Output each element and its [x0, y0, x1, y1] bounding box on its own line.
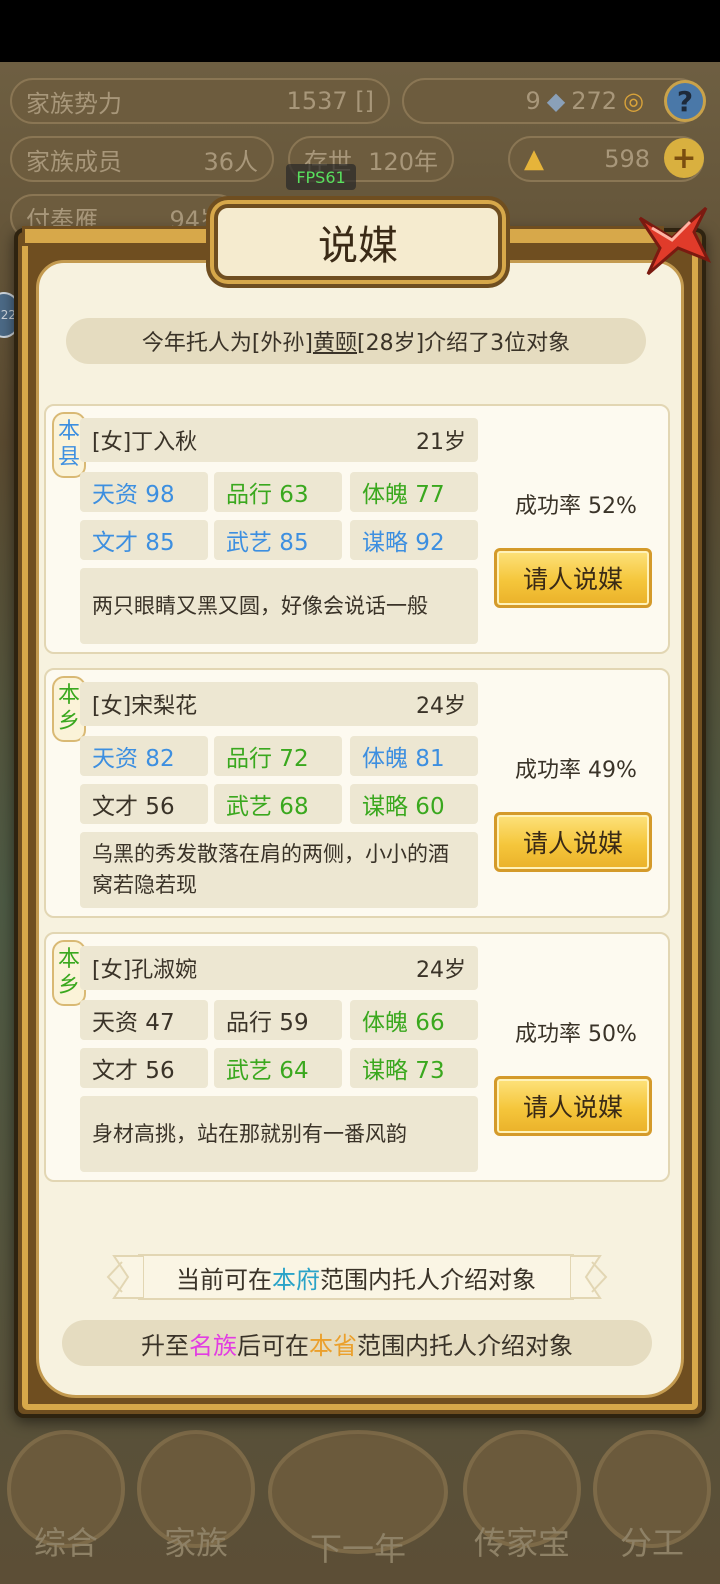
success-rate: 成功率 50%: [515, 1022, 637, 1047]
candidate-name-row: [女]孔淑婉 24岁: [80, 946, 478, 990]
stat-talent: 天资 82: [80, 736, 208, 776]
introduction-summary: 今年托人为[外孙] 黄颐 [28岁]介绍了3位对象: [66, 318, 646, 364]
request-matchmaker-button[interactable]: 请人说媒: [494, 812, 652, 872]
candidate-name-row: [女]宋梨花 24岁: [80, 682, 478, 726]
nav-item-overview[interactable]: 综合: [6, 1430, 126, 1570]
candidate-age: 24岁: [416, 694, 466, 719]
nav-item-clan[interactable]: 家族: [136, 1430, 256, 1570]
upgrade-scope: 本省: [309, 1331, 357, 1360]
candidate-name: [女]丁入秋: [92, 430, 198, 455]
resource-a-value: 9: [525, 87, 541, 115]
clan-power-label: 家族势力: [26, 89, 122, 118]
alive-value: 120年: [368, 147, 438, 176]
stat-physique: 体魄 66: [350, 1000, 478, 1040]
fps-counter: FPS61: [286, 164, 356, 190]
request-matchmaker-button[interactable]: 请人说媒: [494, 1076, 652, 1136]
current-scope: 本府: [272, 1265, 320, 1294]
candidate-age: 24岁: [416, 958, 466, 983]
close-icon[interactable]: [628, 198, 712, 282]
clan-power-bar: 家族势力 1537 []: [10, 78, 390, 124]
resource-b-value: 272: [571, 87, 618, 115]
candidate-name-row: [女]丁入秋 21岁: [80, 418, 478, 462]
nav-item-next-year[interactable]: 下一年: [258, 1430, 458, 1570]
ingot-icon: ◆: [546, 87, 566, 115]
current-scope-notice: 当前可在 本府 范围内托人介绍对象: [104, 1254, 608, 1300]
stat-strategy: 谋略 92: [350, 520, 478, 560]
stat-strategy: 谋略 60: [350, 784, 478, 824]
members-label: 家族成员: [26, 147, 122, 176]
grandson-name[interactable]: 黄颐: [313, 325, 357, 357]
candidate-name: [女]宋梨花: [92, 694, 198, 719]
stat-literary: 文才 56: [80, 1048, 208, 1088]
add-gold-icon[interactable]: +: [664, 138, 704, 178]
nav-item-heirloom[interactable]: 传家宝: [462, 1430, 582, 1570]
stat-martial: 武艺 68: [214, 784, 342, 824]
candidate-description: 身材高挑，站在那就别有一番风韵: [80, 1096, 478, 1172]
stat-physique: 体魄 77: [350, 472, 478, 512]
members-value: 36人: [203, 147, 258, 176]
candidate-card: 本县 [女]丁入秋 21岁 天资 98 品行 63 体魄 77 文才 85 武艺…: [44, 404, 670, 654]
coin-icon: ◎: [623, 87, 644, 115]
stat-talent: 天资 98: [80, 472, 208, 512]
gold-ingot-icon: ▲: [524, 144, 544, 174]
stat-literary: 文才 56: [80, 784, 208, 824]
bottom-nav: 综合 家族 下一年 传家宝 分工: [0, 1400, 720, 1584]
help-icon[interactable]: ?: [664, 80, 706, 122]
clan-power-value: 1537 []: [286, 87, 374, 115]
stat-morality: 品行 59: [214, 1000, 342, 1040]
stat-morality: 品行 63: [214, 472, 342, 512]
dialog-title: 说媒: [318, 223, 398, 269]
stat-morality: 品行 72: [214, 736, 342, 776]
status-bar: [0, 0, 720, 62]
stat-literary: 文才 85: [80, 520, 208, 560]
candidate-age: 21岁: [416, 430, 466, 455]
candidate-description: 乌黑的秀发散落在肩的两侧，小小的酒窝若隐若现: [80, 832, 478, 908]
members-bar: 家族成员 36人: [10, 136, 274, 182]
upgrade-rank: 名族: [189, 1331, 237, 1360]
nav-item-division[interactable]: 分工: [592, 1430, 712, 1570]
stat-talent: 天资 47: [80, 1000, 208, 1040]
stat-martial: 武艺 64: [214, 1048, 342, 1088]
request-matchmaker-button[interactable]: 请人说媒: [494, 548, 652, 608]
stat-martial: 武艺 85: [214, 520, 342, 560]
candidate-card: 本乡 [女]孔淑婉 24岁 天资 47 品行 59 体魄 66 文才 56 武艺…: [44, 932, 670, 1182]
success-rate: 成功率 49%: [515, 758, 637, 783]
gold-value: 598: [604, 145, 650, 173]
upgrade-scope-notice: 升至 名族 后可在 本省 范围内托人介绍对象: [62, 1320, 652, 1366]
dialog-title-plaque: 说媒: [214, 204, 502, 280]
title-wing-left: [22, 226, 222, 246]
candidate-name: [女]孔淑婉: [92, 958, 198, 983]
candidate-description: 两只眼睛又黑又圆，好像会说话一般: [80, 568, 478, 644]
candidate-card: 本乡 [女]宋梨花 24岁 天资 82 品行 72 体魄 81 文才 56 武艺…: [44, 668, 670, 918]
stat-strategy: 谋略 73: [350, 1048, 478, 1088]
resource-bar: 9 ◆ 272 ◎: [402, 78, 702, 124]
stat-physique: 体魄 81: [350, 736, 478, 776]
success-rate: 成功率 52%: [515, 494, 637, 519]
